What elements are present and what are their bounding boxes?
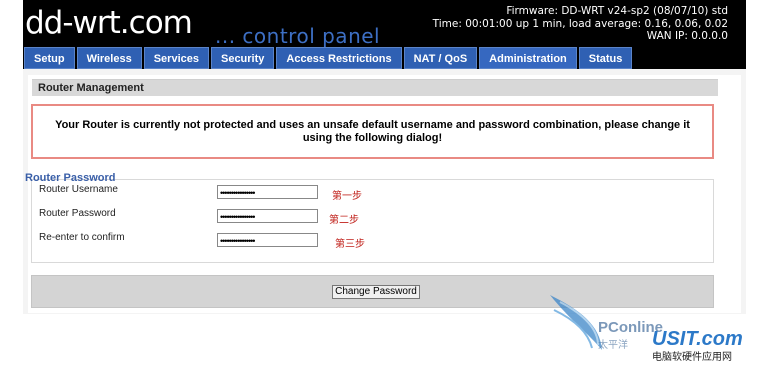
watermark-caption: 电脑软硬件应用网 — [652, 350, 732, 363]
main-tabs: Setup Wireless Services Security Access … — [24, 47, 633, 69]
tab-access-restrictions[interactable]: Access Restrictions — [276, 47, 402, 69]
watermark-sub: 太平洋 — [598, 338, 628, 351]
step-three-note: 第三步 — [335, 239, 365, 250]
wan-ip-text: WAN IP: 0.0.0.0 — [646, 30, 728, 42]
tab-security[interactable]: Security — [210, 47, 275, 69]
main-panel: Router Management Your Router is current… — [25, 75, 741, 313]
tab-administration[interactable]: Administration — [479, 47, 577, 69]
tab-wireless[interactable]: Wireless — [76, 47, 142, 69]
router-password-label: Router Password — [39, 208, 116, 219]
firmware-text: Firmware: DD-WRT v24-sp2 (08/07/10) std — [506, 5, 728, 17]
tab-nat-qos[interactable]: NAT / QoS — [403, 47, 478, 69]
change-password-button[interactable]: Change Password — [332, 285, 420, 299]
wing-logo-icon — [550, 295, 602, 350]
tab-status[interactable]: Status — [578, 47, 633, 69]
uptime-text: Time: 00:01:00 up 1 min, load average: 0… — [432, 17, 728, 30]
section-title: Router Management — [32, 79, 718, 96]
confirm-password-input[interactable]: •••••••••••••••• — [217, 233, 318, 247]
dd-wrt-logo: dd-wrt.com — [25, 5, 193, 41]
router-password-legend: Router Password — [25, 172, 116, 184]
header: dd-wrt.com ... control panel Firmware: D… — [23, 0, 746, 48]
content-area: Router Management Your Router is current… — [23, 69, 746, 314]
router-password-input[interactable]: •••••••••••••••• — [217, 209, 318, 223]
confirm-password-label: Re-enter to confirm — [39, 232, 125, 243]
control-panel-tagline: ... control panel — [215, 24, 381, 48]
router-username-input[interactable]: •••••••••••••••• — [217, 185, 318, 199]
watermark-site: USIT.com — [652, 328, 743, 350]
tab-setup[interactable]: Setup — [24, 47, 75, 69]
router-ui-frame: dd-wrt.com ... control panel Firmware: D… — [23, 0, 746, 314]
security-warning: Your Router is currently not protected a… — [31, 104, 714, 159]
router-username-label: Router Username — [39, 184, 118, 195]
router-password-fieldset: Router Username •••••••••••••••• 第一步 Rou… — [31, 179, 714, 263]
step-two-note: 第二步 — [329, 215, 359, 226]
status-info: Firmware: DD-WRT v24-sp2 (08/07/10) std … — [433, 5, 728, 43]
step-one-note: 第一步 — [332, 191, 362, 202]
site-watermark: PConline 太平洋 USIT.com 电脑软硬件应用网 — [550, 295, 743, 363]
tab-services[interactable]: Services — [143, 47, 209, 69]
